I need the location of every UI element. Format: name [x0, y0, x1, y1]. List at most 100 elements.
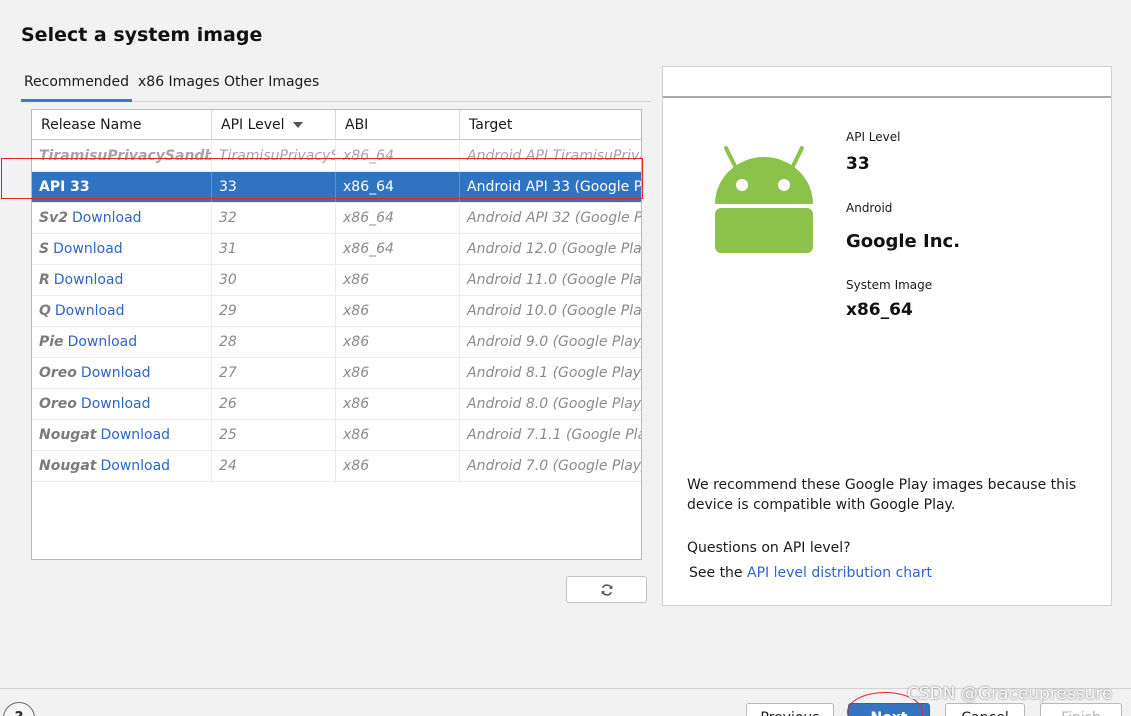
system-image-table: Release Name API Level ABI Target Tirami…	[31, 109, 642, 560]
cell-release-name: API 33	[32, 172, 212, 202]
page-title: Select a system image	[21, 24, 263, 46]
system-image-label: System Image	[846, 278, 933, 292]
release-name: TiramisuPrivacySandbox	[39, 148, 211, 164]
release-name: API 33	[39, 179, 90, 195]
download-link[interactable]: Download	[80, 396, 151, 412]
column-header-release-name[interactable]: Release Name	[32, 110, 212, 140]
vendor-label: Android	[846, 201, 893, 215]
release-name: Q	[39, 303, 51, 319]
download-link[interactable]: Download	[71, 210, 142, 226]
cell-api-level: 30	[212, 265, 336, 295]
cell-target: Android API 33 (Google Play)	[467, 179, 641, 195]
next-button[interactable]: Next	[848, 703, 930, 716]
download-link[interactable]: Download	[100, 427, 171, 443]
table-row[interactable]: Q Download 29 x86 Android 10.0 (Google Pl…	[32, 296, 641, 327]
recommendation-text: We recommend these Google Play images be…	[687, 477, 1077, 513]
table-header: Release Name API Level ABI Target	[32, 110, 641, 140]
cell-abi: x86	[336, 327, 460, 357]
api-level-value: 33	[846, 154, 870, 174]
cell-abi: x86	[336, 420, 460, 450]
cell-abi: x86	[336, 451, 460, 481]
release-name: S	[39, 241, 50, 257]
cell-target: Android API TiramisuPrivacySandbox	[467, 148, 641, 164]
column-header-api-level[interactable]: API Level	[212, 110, 336, 140]
android-robot-icon	[715, 146, 813, 253]
release-name: Sv2	[39, 210, 68, 226]
release-name: Nougat	[39, 458, 97, 474]
tab-other-images[interactable]: Other Images	[224, 71, 319, 102]
api-level-distribution-link[interactable]: API level distribution chart	[747, 565, 932, 581]
table-row[interactable]: S Download 31 x86_64 Android 12.0 (Google…	[32, 234, 641, 265]
cell-target: Android 8.0 (Google Play)	[467, 396, 641, 412]
previous-button[interactable]: Previous	[746, 703, 834, 716]
cell-api-level: 31	[212, 234, 336, 264]
column-header-abi[interactable]: ABI	[336, 110, 460, 140]
watermark: CSDN @Graceupressure	[907, 684, 1113, 704]
help-button[interactable]: ?	[3, 702, 35, 716]
cell-release-name: Sv2 Download	[32, 203, 212, 233]
refresh-icon	[600, 583, 613, 596]
cell-abi: x86_64	[336, 172, 460, 202]
system-image-value: x86_64	[846, 300, 913, 320]
cell-api-level: 28	[212, 327, 336, 357]
table-row[interactable]: Nougat Download 25 x86 Android 7.1.1 (Goo…	[32, 420, 641, 451]
cell-release-name: S Download	[32, 234, 212, 264]
cell-api-level: 33	[212, 172, 336, 202]
image-detail-panel: API Level 33 Android Google Inc. System …	[662, 66, 1112, 606]
column-header-target[interactable]: Target	[460, 110, 641, 140]
table-row[interactable]: Oreo Download 27 x86 Android 8.1 (Google …	[32, 358, 641, 389]
cell-api-level: 27	[212, 358, 336, 388]
table-row-selected[interactable]: API 33 33 x86_64 Android API 33 (Google …	[32, 172, 641, 203]
cell-release-name: Nougat Download	[32, 451, 212, 481]
cell-api-level: TiramisuPrivacySandbox	[212, 141, 336, 171]
cell-abi: x86_64	[336, 141, 460, 171]
download-link[interactable]: Download	[53, 272, 124, 288]
cell-api-level: 25	[212, 420, 336, 450]
cell-api-level: 26	[212, 389, 336, 419]
cell-target: Android 12.0 (Google Play)	[467, 241, 641, 257]
sort-descending-icon	[292, 122, 303, 128]
cell-target: Android 7.1.1 (Google Play)	[467, 427, 641, 443]
refresh-button[interactable]	[566, 576, 647, 603]
cell-release-name: TiramisuPrivacySandbox	[32, 141, 212, 171]
tab-recommended[interactable]: Recommended	[21, 71, 132, 102]
download-link[interactable]: Download	[53, 241, 123, 257]
cancel-button[interactable]: Cancel	[945, 703, 1025, 716]
cell-target: Android 8.1 (Google Play)	[467, 365, 641, 381]
cell-abi: x86	[336, 358, 460, 388]
vendor-value: Google Inc.	[846, 231, 961, 252]
cell-release-name: Nougat Download	[32, 420, 212, 450]
finish-button: Finish	[1040, 703, 1122, 716]
download-link[interactable]: Download	[67, 334, 138, 350]
cell-release-name: Q Download	[32, 296, 212, 326]
cell-release-name: Pie Download	[32, 327, 212, 357]
cell-target: Android API 32 (Google Play)	[467, 210, 641, 226]
table-row[interactable]: TiramisuPrivacySandbox TiramisuPrivacySa…	[32, 141, 641, 172]
download-link[interactable]: Download	[100, 458, 171, 474]
table-row[interactable]: Pie Download 28 x86 Android 9.0 (Google P…	[32, 327, 641, 358]
release-name: Nougat	[39, 427, 97, 443]
cell-abi: x86_64	[336, 234, 460, 264]
release-name: Oreo	[39, 365, 77, 381]
table-row[interactable]: Oreo Download 26 x86 Android 8.0 (Google …	[32, 389, 641, 420]
detail-panel-header	[663, 67, 1111, 98]
table-row[interactable]: R Download 30 x86 Android 11.0 (Google Pl…	[32, 265, 641, 296]
cell-target: Android 11.0 (Google Play)	[467, 272, 641, 288]
cell-target: Android 7.0 (Google Play)	[467, 458, 641, 474]
release-name: R	[39, 272, 50, 288]
cell-abi: x86_64	[336, 203, 460, 233]
table-row[interactable]: Nougat Download 24 x86 Android 7.0 (Googl…	[32, 451, 641, 482]
cell-release-name: R Download	[32, 265, 212, 295]
cell-api-level: 32	[212, 203, 336, 233]
cell-api-level: 29	[212, 296, 336, 326]
tab-x86-images[interactable]: x86 Images	[138, 71, 220, 102]
release-name: Pie	[39, 334, 64, 350]
cell-target: Android 9.0 (Google Play)	[467, 334, 641, 350]
cell-release-name: Oreo Download	[32, 358, 212, 388]
download-link[interactable]: Download	[54, 303, 125, 319]
table-row[interactable]: Sv2 Download 32 x86_64 Android API 32 (Go…	[32, 203, 641, 234]
column-header-api-level-label: API Level	[221, 117, 285, 133]
see-the-text: See the	[689, 565, 743, 581]
download-link[interactable]: Download	[80, 365, 151, 381]
image-tabs: Recommended x86 Images Other Images	[21, 71, 651, 102]
